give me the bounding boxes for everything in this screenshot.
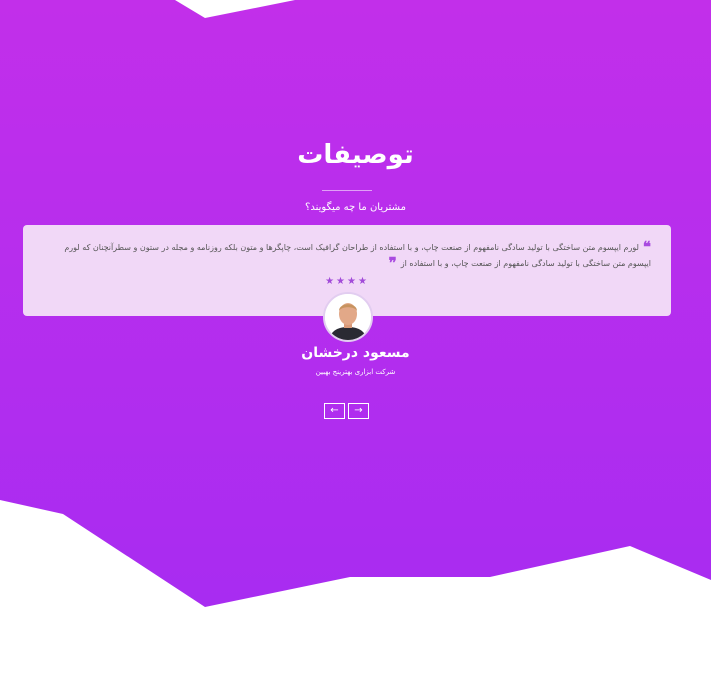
testimonial-quote: ❝لورم ایپسوم متن ساختگی با تولید سادگی ن… [45,240,651,272]
title-divider [322,190,372,191]
rating-stars: ★★★★ [325,276,369,287]
quote-close-icon: ❞ [388,254,397,272]
section-subtitle: مشتریان ما چه میگویند؟ [305,202,406,213]
prev-button[interactable]: ← [324,403,345,419]
testimonial-text: لورم ایپسوم متن ساختگی با تولید سادگی نا… [64,243,651,268]
next-button[interactable]: → [348,403,369,419]
person-company: شرکت ابزاری بهترینج بهبین [315,368,396,376]
quote-open-icon: ❝ [642,238,651,256]
person-avatar-icon [325,294,371,340]
section-title: توصیفات [297,140,414,170]
arrow-left-icon: ← [330,405,339,416]
person-name: مسعود درخشان [301,345,410,361]
avatar [323,292,373,342]
arrow-right-icon: → [354,405,363,416]
